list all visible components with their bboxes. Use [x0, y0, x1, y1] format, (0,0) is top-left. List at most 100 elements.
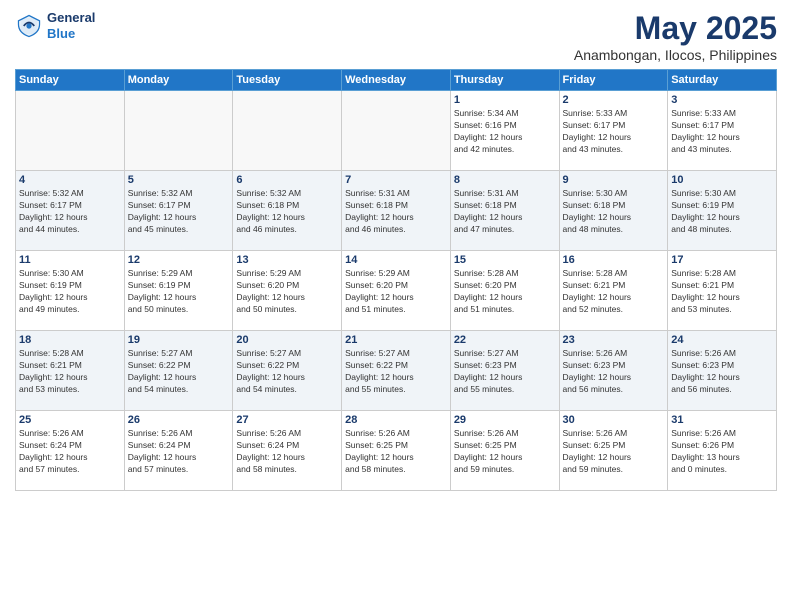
week-row-3: 11 Sunrise: 5:30 AM Sunset: 6:19 PM Dayli…	[16, 251, 777, 331]
table-cell: 16 Sunrise: 5:28 AM Sunset: 6:21 PM Dayli…	[559, 251, 668, 331]
table-cell: 28 Sunrise: 5:26 AM Sunset: 6:25 PM Dayli…	[342, 411, 451, 491]
table-cell: 23Sunrise: 5:26 AM Sunset: 6:23 PM Dayli…	[559, 331, 668, 411]
day-info: Sunrise: 5:29 AM Sunset: 6:19 PM Dayligh…	[128, 268, 230, 316]
table-cell	[233, 91, 342, 171]
table-cell: 14Sunrise: 5:29 AM Sunset: 6:20 PM Dayli…	[342, 251, 451, 331]
day-number: 29	[454, 414, 556, 426]
table-cell: 27Sunrise: 5:26 AM Sunset: 6:24 PM Dayli…	[233, 411, 342, 491]
table-cell: 24Sunrise: 5:26 AM Sunset: 6:23 PM Dayli…	[668, 331, 777, 411]
table-cell: 10 Sunrise: 5:30 AM Sunset: 6:19 PM Dayli…	[668, 171, 777, 251]
table-cell: 12Sunrise: 5:29 AM Sunset: 6:19 PM Dayli…	[124, 251, 233, 331]
day-info: Sunrise: 5:31 AM Sunset: 6:18 PM Dayligh…	[454, 188, 556, 236]
col-saturday: Saturday	[668, 70, 777, 91]
table-cell: 30Sunrise: 5:26 AM Sunset: 6:25 PM Dayli…	[559, 411, 668, 491]
table-cell: 15 Sunrise: 5:28 AM Sunset: 6:20 PM Dayli…	[450, 251, 559, 331]
table-cell	[124, 91, 233, 171]
day-number: 14	[345, 254, 447, 266]
day-number: 4	[19, 174, 121, 186]
table-cell: 8 Sunrise: 5:31 AM Sunset: 6:18 PM Daylig…	[450, 171, 559, 251]
col-wednesday: Wednesday	[342, 70, 451, 91]
logo-icon	[15, 12, 43, 40]
day-info: Sunrise: 5:32 AM Sunset: 6:17 PM Dayligh…	[128, 188, 230, 236]
day-info: Sunrise: 5:32 AM Sunset: 6:17 PM Dayligh…	[19, 188, 121, 236]
week-row-5: 25Sunrise: 5:26 AM Sunset: 6:24 PM Dayli…	[16, 411, 777, 491]
day-number: 1	[454, 94, 556, 106]
day-info: Sunrise: 5:31 AM Sunset: 6:18 PM Dayligh…	[345, 188, 447, 236]
day-info: Sunrise: 5:26 AM Sunset: 6:23 PM Dayligh…	[671, 348, 773, 396]
table-cell: 25Sunrise: 5:26 AM Sunset: 6:24 PM Dayli…	[16, 411, 125, 491]
day-info: Sunrise: 5:26 AM Sunset: 6:25 PM Dayligh…	[345, 428, 447, 476]
day-number: 19	[128, 334, 230, 346]
table-cell	[342, 91, 451, 171]
day-info: Sunrise: 5:29 AM Sunset: 6:20 PM Dayligh…	[236, 268, 338, 316]
week-row-1: 1 Sunrise: 5:34 AM Sunset: 6:16 PM Daylig…	[16, 91, 777, 171]
day-info: Sunrise: 5:26 AM Sunset: 6:26 PM Dayligh…	[671, 428, 773, 476]
location-title: Anambongan, Ilocos, Philippines	[574, 47, 777, 63]
title-block: May 2025 Anambongan, Ilocos, Philippines	[574, 10, 777, 63]
logo: General Blue	[15, 10, 95, 41]
day-info: Sunrise: 5:33 AM Sunset: 6:17 PM Dayligh…	[563, 108, 665, 156]
day-info: Sunrise: 5:28 AM Sunset: 6:21 PM Dayligh…	[19, 348, 121, 396]
day-info: Sunrise: 5:26 AM Sunset: 6:24 PM Dayligh…	[19, 428, 121, 476]
day-info: Sunrise: 5:34 AM Sunset: 6:16 PM Dayligh…	[454, 108, 556, 156]
day-number: 13	[236, 254, 338, 266]
day-number: 6	[236, 174, 338, 186]
header-row: Sunday Monday Tuesday Wednesday Thursday…	[16, 70, 777, 91]
col-tuesday: Tuesday	[233, 70, 342, 91]
day-number: 10	[671, 174, 773, 186]
day-info: Sunrise: 5:28 AM Sunset: 6:21 PM Dayligh…	[563, 268, 665, 316]
calendar: Sunday Monday Tuesday Wednesday Thursday…	[15, 69, 777, 491]
col-thursday: Thursday	[450, 70, 559, 91]
day-number: 15	[454, 254, 556, 266]
table-cell: 2 Sunrise: 5:33 AM Sunset: 6:17 PM Daylig…	[559, 91, 668, 171]
table-cell: 20Sunrise: 5:27 AM Sunset: 6:22 PM Dayli…	[233, 331, 342, 411]
page: General Blue May 2025 Anambongan, Ilocos…	[0, 0, 792, 612]
logo-line2: Blue	[47, 26, 75, 41]
table-cell: 4 Sunrise: 5:32 AM Sunset: 6:17 PM Daylig…	[16, 171, 125, 251]
day-number: 16	[563, 254, 665, 266]
table-cell	[16, 91, 125, 171]
day-number: 7	[345, 174, 447, 186]
day-info: Sunrise: 5:30 AM Sunset: 6:19 PM Dayligh…	[671, 188, 773, 236]
table-cell: 13 Sunrise: 5:29 AM Sunset: 6:20 PM Dayli…	[233, 251, 342, 331]
header: General Blue May 2025 Anambongan, Ilocos…	[15, 10, 777, 63]
month-title: May 2025	[574, 10, 777, 47]
table-cell: 11 Sunrise: 5:30 AM Sunset: 6:19 PM Dayli…	[16, 251, 125, 331]
day-info: Sunrise: 5:28 AM Sunset: 6:21 PM Dayligh…	[671, 268, 773, 316]
table-cell: 6 Sunrise: 5:32 AM Sunset: 6:18 PM Daylig…	[233, 171, 342, 251]
day-number: 17	[671, 254, 773, 266]
day-info: Sunrise: 5:30 AM Sunset: 6:19 PM Dayligh…	[19, 268, 121, 316]
table-cell: 18 Sunrise: 5:28 AM Sunset: 6:21 PM Dayli…	[16, 331, 125, 411]
day-info: Sunrise: 5:26 AM Sunset: 6:25 PM Dayligh…	[454, 428, 556, 476]
table-cell: 3 Sunrise: 5:33 AM Sunset: 6:17 PM Daylig…	[668, 91, 777, 171]
day-number: 9	[563, 174, 665, 186]
day-info: Sunrise: 5:30 AM Sunset: 6:18 PM Dayligh…	[563, 188, 665, 236]
day-info: Sunrise: 5:28 AM Sunset: 6:20 PM Dayligh…	[454, 268, 556, 316]
week-row-2: 4 Sunrise: 5:32 AM Sunset: 6:17 PM Daylig…	[16, 171, 777, 251]
day-number: 3	[671, 94, 773, 106]
table-cell: 31 Sunrise: 5:26 AM Sunset: 6:26 PM Dayli…	[668, 411, 777, 491]
table-cell: 19 Sunrise: 5:27 AM Sunset: 6:22 PM Dayli…	[124, 331, 233, 411]
day-number: 18	[19, 334, 121, 346]
table-cell: 21Sunrise: 5:27 AM Sunset: 6:22 PM Dayli…	[342, 331, 451, 411]
table-cell: 9 Sunrise: 5:30 AM Sunset: 6:18 PM Daylig…	[559, 171, 668, 251]
day-number: 30	[563, 414, 665, 426]
day-number: 11	[19, 254, 121, 266]
day-info: Sunrise: 5:33 AM Sunset: 6:17 PM Dayligh…	[671, 108, 773, 156]
week-row-4: 18 Sunrise: 5:28 AM Sunset: 6:21 PM Dayli…	[16, 331, 777, 411]
table-cell: 5Sunrise: 5:32 AM Sunset: 6:17 PM Daylig…	[124, 171, 233, 251]
day-number: 31	[671, 414, 773, 426]
table-cell: 22Sunrise: 5:27 AM Sunset: 6:23 PM Dayli…	[450, 331, 559, 411]
day-number: 22	[454, 334, 556, 346]
table-cell: 7 Sunrise: 5:31 AM Sunset: 6:18 PM Daylig…	[342, 171, 451, 251]
table-cell: 1 Sunrise: 5:34 AM Sunset: 6:16 PM Daylig…	[450, 91, 559, 171]
day-info: Sunrise: 5:27 AM Sunset: 6:22 PM Dayligh…	[128, 348, 230, 396]
day-number: 28	[345, 414, 447, 426]
day-info: Sunrise: 5:32 AM Sunset: 6:18 PM Dayligh…	[236, 188, 338, 236]
day-info: Sunrise: 5:26 AM Sunset: 6:23 PM Dayligh…	[563, 348, 665, 396]
day-info: Sunrise: 5:27 AM Sunset: 6:22 PM Dayligh…	[236, 348, 338, 396]
logo-text: General Blue	[47, 10, 95, 41]
col-friday: Friday	[559, 70, 668, 91]
day-number: 8	[454, 174, 556, 186]
day-number: 2	[563, 94, 665, 106]
